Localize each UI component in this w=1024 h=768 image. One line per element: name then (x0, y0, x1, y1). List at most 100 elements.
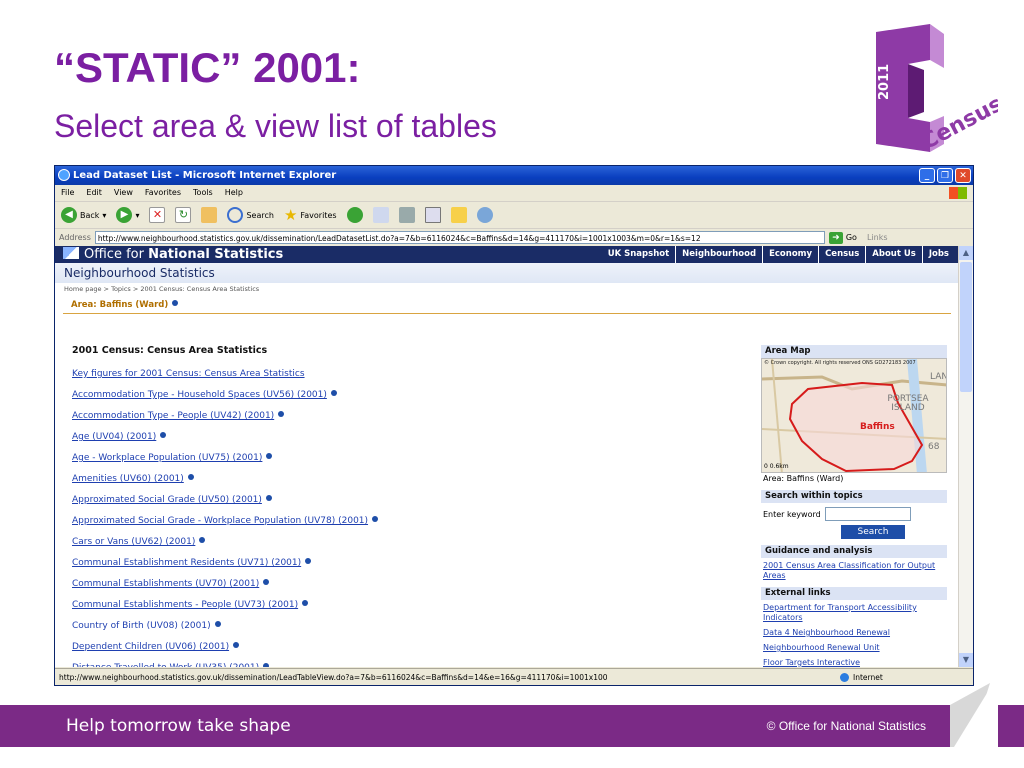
table-link[interactable]: Approximated Social Grade - Workplace Po… (72, 516, 368, 526)
folder-icon[interactable] (450, 207, 467, 223)
table-link[interactable]: Accommodation Type - People (UV42) (2001… (72, 411, 274, 421)
ons-header: Office for National Statistics UK Snapsh… (55, 246, 959, 263)
scroll-up-icon[interactable]: ▲ (959, 246, 973, 260)
table-link[interactable]: Distance Travelled to Work (UV35) (2001) (72, 663, 259, 667)
table-link[interactable]: Country of Birth (UV08) (2001) (72, 621, 211, 631)
table-link[interactable]: Cars or Vans (UV62) (2001) (72, 537, 195, 547)
menu-tools[interactable]: Tools (193, 185, 213, 201)
info-icon[interactable] (233, 642, 240, 648)
table-list-item: Country of Birth (UV08) (2001) (72, 613, 752, 634)
external-link[interactable]: Data 4 Neighbourhood Renewal (761, 625, 947, 640)
info-icon[interactable] (187, 474, 194, 480)
menu-help[interactable]: Help (225, 185, 243, 201)
nav-census[interactable]: Census (818, 246, 865, 263)
area-map[interactable]: © Crown copyright. All rights reserved O… (761, 358, 947, 473)
info-icon[interactable] (172, 300, 179, 306)
external-link[interactable]: Department for Transport Accessibility I… (761, 600, 947, 625)
map-copyright: © Crown copyright. All rights reserved O… (764, 360, 916, 366)
menu-view[interactable]: View (114, 185, 133, 201)
nav-neighbourhood[interactable]: Neighbourhood (675, 246, 762, 263)
section-title: Neighbourhood Statistics (55, 263, 959, 283)
breadcrumb[interactable]: Home page > Topics > 2001 Census: Census… (55, 283, 959, 296)
address-label: Address (59, 233, 91, 242)
footer-copyright: © Office for National Statistics (766, 719, 926, 733)
browser-window: Lead Dataset List - Microsoft Internet E… (54, 165, 974, 686)
info-icon[interactable] (214, 621, 221, 627)
guidance-link[interactable]: 2001 Census Area Classification for Outp… (761, 558, 947, 583)
table-list-item: Dependent Children (UV06) (2001) (72, 634, 752, 655)
stop-icon[interactable]: ✕ (149, 207, 166, 223)
nav-jobs[interactable]: Jobs (921, 246, 955, 263)
table-link[interactable]: Age - Workplace Population (UV75) (2001) (72, 453, 262, 463)
info-icon[interactable] (160, 432, 167, 438)
forward-button[interactable]: ▶ ▾ (116, 207, 139, 223)
print-icon[interactable] (398, 207, 415, 223)
info-icon[interactable] (199, 537, 206, 543)
search-button[interactable]: Search (227, 207, 274, 223)
browser-titlebar: Lead Dataset List - Microsoft Internet E… (55, 166, 973, 185)
table-link[interactable]: Communal Establishments - People (UV73) … (72, 600, 298, 610)
menu-edit[interactable]: Edit (86, 185, 102, 201)
map-corner-label: 68 (928, 442, 940, 452)
info-icon[interactable] (305, 558, 312, 564)
external-link[interactable]: Neighbourhood Renewal Unit (761, 640, 947, 655)
keyword-input[interactable] (824, 507, 911, 521)
go-arrow-icon: ➜ (828, 231, 843, 244)
url-field[interactable]: http://www.neighbourhood.statistics.gov.… (94, 231, 825, 244)
windows-flag-icon (949, 187, 967, 199)
table-link[interactable]: Communal Establishments (UV70) (2001) (72, 579, 259, 589)
info-icon[interactable] (302, 600, 309, 606)
minimize-button[interactable]: _ (919, 168, 935, 183)
ons-logo-prefix: Office for (84, 247, 144, 262)
close-button[interactable]: ✕ (955, 168, 971, 183)
info-icon[interactable] (372, 516, 379, 522)
address-bar: Address http://www.neighbourhood.statist… (55, 229, 973, 247)
table-link[interactable]: Approximated Social Grade (UV50) (2001) (72, 495, 262, 505)
nav-about-us[interactable]: About Us (865, 246, 922, 263)
favorites-button[interactable]: ★ Favorites (284, 206, 337, 224)
info-icon[interactable] (263, 579, 270, 585)
table-link[interactable]: Key figures for 2001 Census: Census Area… (72, 369, 305, 379)
links-label[interactable]: Links (867, 233, 888, 242)
internet-globe-icon (840, 673, 849, 682)
vertical-scrollbar[interactable]: ▲ ▼ (958, 246, 973, 667)
edit-word-icon[interactable] (424, 207, 441, 223)
table-list-item: Communal Establishments (UV70) (2001) (72, 571, 752, 592)
guidance-heading: Guidance and analysis (761, 545, 947, 558)
table-link[interactable]: Amenities (UV60) (2001) (72, 474, 184, 484)
table-list-item: Amenities (UV60) (2001) (72, 466, 752, 487)
history-icon[interactable] (346, 207, 363, 223)
refresh-icon[interactable]: ↻ (175, 207, 192, 223)
search-submit-button[interactable]: Search (841, 525, 905, 539)
table-link[interactable]: Age (UV04) (2001) (72, 432, 156, 442)
scroll-down-icon[interactable]: ▼ (959, 653, 973, 667)
restore-button[interactable]: ❐ (937, 168, 953, 183)
map-graphic (762, 359, 946, 472)
area-map-heading: Area Map (761, 345, 947, 358)
table-link[interactable]: Dependent Children (UV06) (2001) (72, 642, 229, 652)
top-nav: UK Snapshot Neighbourhood Economy Census… (602, 246, 955, 263)
back-button[interactable]: ◀ Back ▾ (61, 207, 106, 223)
search-heading: Search within topics (761, 490, 947, 503)
scroll-thumb[interactable] (960, 262, 972, 392)
info-icon[interactable] (266, 453, 273, 459)
favorites-star-icon: ★ (283, 206, 298, 224)
info-icon[interactable] (263, 663, 270, 667)
go-button[interactable]: ➜ Go (828, 231, 857, 244)
menu-file[interactable]: File (61, 185, 74, 201)
go-label: Go (845, 233, 857, 242)
nav-economy[interactable]: Economy (762, 246, 818, 263)
info-icon[interactable] (265, 495, 272, 501)
nav-uk-snapshot[interactable]: UK Snapshot (602, 246, 675, 263)
home-icon[interactable] (201, 207, 218, 223)
info-icon[interactable] (330, 390, 337, 396)
ons-logo[interactable]: Office for National Statistics (63, 247, 283, 262)
external-link[interactable]: Floor Targets Interactive (761, 655, 947, 667)
mail-icon[interactable] (372, 207, 389, 223)
info-icon[interactable] (278, 411, 285, 417)
table-link[interactable]: Communal Establishment Residents (UV71) … (72, 558, 301, 568)
table-link[interactable]: Accommodation Type - Household Spaces (U… (72, 390, 327, 400)
external-links-heading: External links (761, 587, 947, 600)
messenger-icon[interactable] (476, 207, 493, 223)
menu-favorites[interactable]: Favorites (145, 185, 181, 201)
